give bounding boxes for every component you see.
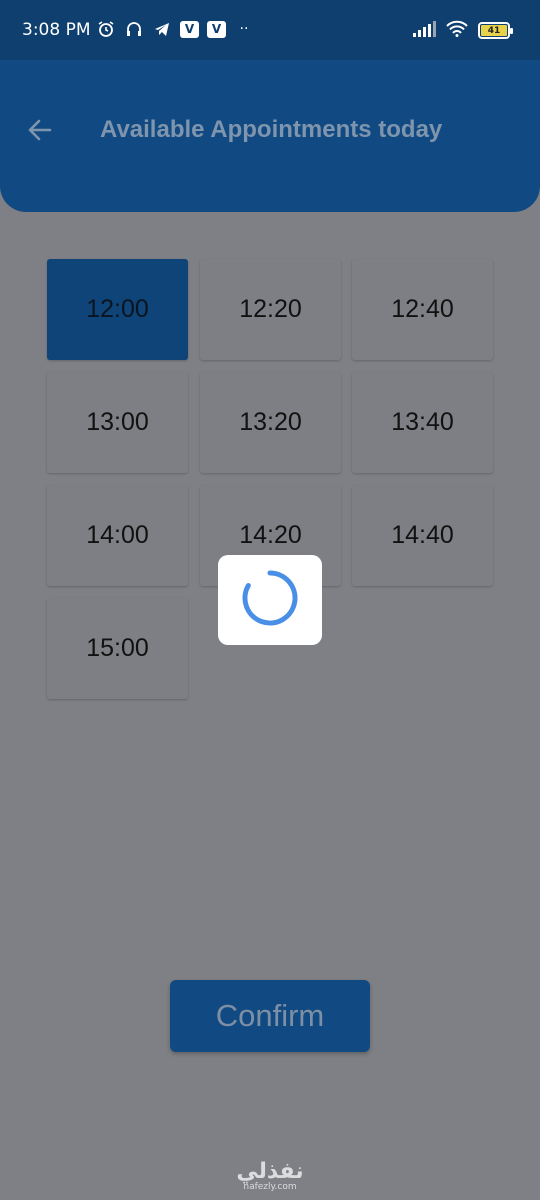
wifi-icon	[446, 20, 468, 41]
time-slot-1440[interactable]: 14:40	[352, 485, 493, 586]
system-icons: 41	[412, 20, 513, 41]
v-app-icon: V	[180, 20, 199, 38]
page-title: Available Appointments today	[100, 116, 443, 143]
signal-icon	[412, 20, 436, 41]
confirm-button[interactable]: Confirm	[170, 980, 370, 1052]
time-slot-1220[interactable]: 12:20	[200, 259, 341, 360]
watermark-logo: نفذلي	[236, 1159, 304, 1184]
watermark: نفذلي nafezly.com	[0, 1159, 540, 1193]
spinner-icon	[241, 569, 299, 632]
more-dots-icon: ··	[239, 21, 249, 37]
telegram-icon	[152, 19, 172, 39]
status-bar: 3:08 PM V V ·· 41	[0, 0, 540, 60]
status-time: 3:08 PM	[22, 20, 91, 40]
battery-tip	[510, 28, 513, 34]
time-slot-1240[interactable]: 12:40	[352, 259, 493, 360]
time-slot-1500[interactable]: 15:00	[47, 598, 188, 699]
time-slot-1400[interactable]: 14:00	[47, 485, 188, 586]
loading-dialog	[218, 555, 322, 645]
v-app-icon: V	[207, 20, 226, 38]
time-slot-1340[interactable]: 13:40	[352, 372, 493, 473]
app-bar: Available Appointments today	[0, 60, 540, 212]
battery-icon: 41	[478, 22, 513, 39]
alarm-icon	[96, 19, 116, 39]
arrow-left-icon[interactable]	[26, 116, 54, 144]
battery-level: 41	[481, 25, 507, 36]
time-slot-1300[interactable]: 13:00	[47, 372, 188, 473]
watermark-url: nafezly.com	[243, 1182, 297, 1192]
headphones-icon	[124, 19, 144, 39]
time-slot-1320[interactable]: 13:20	[200, 372, 341, 473]
time-slot-1200[interactable]: 12:00	[47, 259, 188, 360]
notification-icons: V V ··	[96, 19, 254, 39]
